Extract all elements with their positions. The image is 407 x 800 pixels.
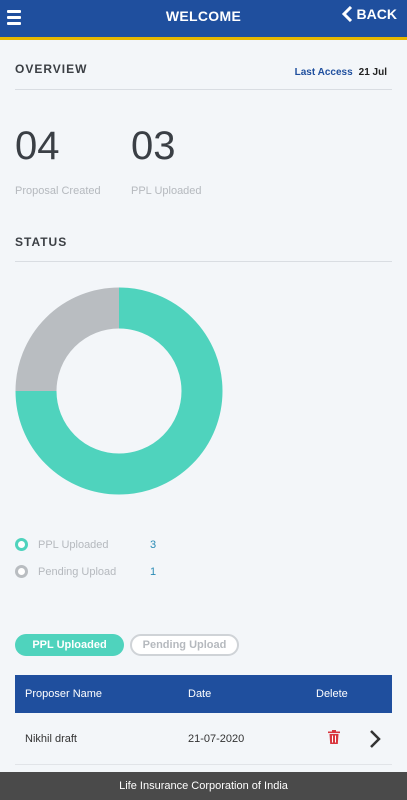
legend-label-ppl: PPL Uploaded xyxy=(38,538,109,551)
back-label: BACK xyxy=(356,6,397,22)
legend-dot-ppl xyxy=(15,538,28,551)
column-delete: Delete xyxy=(316,688,348,700)
status-header: STATUS xyxy=(15,235,392,262)
chevron-left-icon xyxy=(341,6,352,22)
status-donut-chart xyxy=(15,287,223,495)
column-proposer-name: Proposer Name xyxy=(25,688,103,700)
legend-item-pending: Pending Upload 1 xyxy=(15,565,156,578)
column-date: Date xyxy=(188,688,212,700)
legend-dot-pending xyxy=(15,565,28,578)
last-access-value: 21 Jul xyxy=(358,67,387,78)
donut-slice-pending-upload xyxy=(15,287,120,392)
legend-value-pending: 1 xyxy=(150,565,157,578)
ppl-count: 03 xyxy=(131,124,176,168)
table-row[interactable]: Nikhil draft 21-07-2020 xyxy=(15,713,392,765)
overview-header: OVERVIEW Last Access 21 Jul xyxy=(15,62,392,90)
trash-icon[interactable] xyxy=(328,730,340,744)
tab-pending-upload[interactable]: Pending Upload xyxy=(130,634,239,656)
last-access-label: Last Access xyxy=(294,67,353,78)
proposal-count: 04 xyxy=(15,124,60,168)
app-header: WELCOME BACK xyxy=(0,0,407,40)
legend-item-ppl: PPL Uploaded 3 xyxy=(15,538,156,551)
table-header: Proposer Name Date Delete xyxy=(15,675,392,713)
ppl-label: PPL Uploaded xyxy=(131,185,202,197)
legend-label-pending: Pending Upload xyxy=(38,565,117,578)
row-date: 21-07-2020 xyxy=(188,733,245,745)
proposal-label: Proposal Created xyxy=(15,185,101,197)
tab-ppl-uploaded[interactable]: PPL Uploaded xyxy=(15,634,124,656)
status-title: STATUS xyxy=(15,235,68,249)
last-access: Last Access 21 Jul xyxy=(295,67,387,78)
row-proposer-name: Nikhil draft xyxy=(25,733,77,745)
legend-value-ppl: 3 xyxy=(150,538,157,551)
footer: Life Insurance Corporation of India xyxy=(0,772,407,800)
chevron-right-icon[interactable] xyxy=(369,729,381,749)
back-button[interactable]: BACK xyxy=(341,6,397,22)
